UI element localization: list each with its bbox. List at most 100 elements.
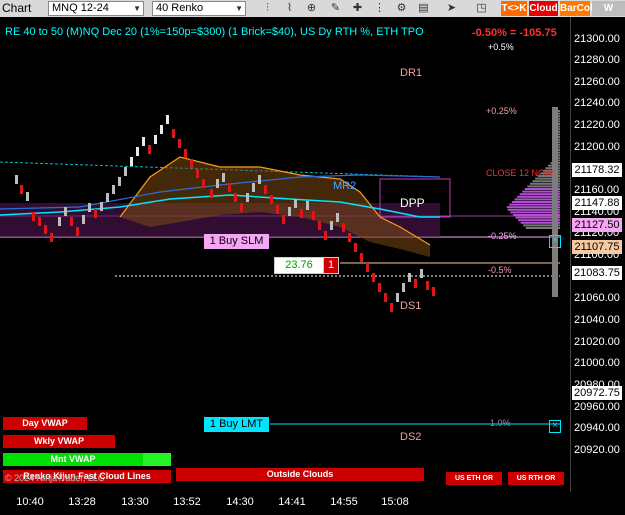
renko-brick	[118, 177, 121, 186]
buy-lmt-order[interactable]: 1 Buy LMT	[204, 417, 269, 432]
pct-plus-025-label: +0.25%	[486, 106, 517, 116]
renko-brick	[166, 115, 169, 124]
crosshair-icon[interactable]: ✚	[350, 1, 365, 16]
renko-brick	[384, 293, 387, 302]
renko-brick	[210, 189, 213, 198]
mnt-vwap-button[interactable]: Mnt VWAP	[3, 453, 143, 466]
renko-brick	[112, 185, 115, 194]
grid-icon[interactable]: ⋮	[372, 1, 387, 16]
zoom-icon[interactable]: ⊕	[304, 1, 319, 16]
renko-brick	[264, 185, 267, 194]
period-selector[interactable]: 40 Renko ▼	[152, 1, 246, 16]
renko-brick	[252, 183, 255, 192]
dr1-label: DR1	[400, 67, 423, 79]
renko-brick	[148, 145, 151, 154]
us-rth-or-button[interactable]: US RTH OR	[508, 472, 564, 485]
drawing-tools-icon[interactable]: ✎	[328, 1, 343, 16]
renko-brick	[50, 233, 53, 242]
strategy-icon[interactable]: ⚙	[394, 1, 409, 16]
pct-1-label: 1.0%	[490, 418, 511, 428]
price-tag: 21127.50	[572, 218, 622, 233]
renko-brick	[390, 303, 393, 312]
ds1-label: DS1	[400, 300, 422, 312]
time-tick-label: 13:28	[68, 496, 96, 508]
chart-toolbar: Chart MNQ 12-24 ▼ 40 Renko ▼ ⫶ ⌇ ⊕ ✎ ✚ ⋮…	[0, 0, 625, 29]
pointer-icon[interactable]: ➤	[444, 1, 459, 16]
price-tick-label: 21200.00	[574, 140, 620, 153]
price-tag: 21178.32	[572, 163, 622, 178]
renko-brick	[426, 281, 429, 290]
tpo-value-area	[552, 107, 558, 297]
copyright-text: © 2024 NinjaTrader, LLC	[5, 473, 105, 483]
price-axis[interactable]: 21300.00 21280.00 21260.00 21240.00 21220.00…	[570, 17, 625, 492]
renko-brick	[154, 135, 157, 144]
renko-brick	[276, 205, 279, 214]
vwap-button[interactable]: W VWA	[592, 1, 625, 29]
renko-brick	[432, 287, 435, 296]
renko-brick	[58, 217, 61, 226]
renko-brick	[160, 125, 163, 134]
pnl-display: 23.76	[274, 257, 324, 274]
renko-brick	[106, 193, 109, 202]
buy-slm-order[interactable]: 1 Buy SLM	[204, 234, 269, 249]
renko-brick	[240, 203, 243, 212]
wkly-vwap-button[interactable]: Wkly VWAP	[3, 435, 115, 448]
renko-brick	[420, 269, 423, 278]
bar-type-icon[interactable]: ⫶	[260, 1, 275, 16]
time-tick-label: 10:40	[16, 496, 44, 508]
period-label: 40 Renko	[156, 2, 204, 14]
renko-brick	[136, 147, 139, 156]
mnt-vwap-extension	[143, 453, 171, 466]
renko-brick	[142, 137, 145, 146]
price-tick-label: 20960.00	[574, 400, 620, 413]
renko-brick	[64, 207, 67, 216]
price-tick-label: 20940.00	[574, 422, 620, 435]
renko-brick	[282, 215, 285, 224]
renko-brick	[88, 203, 91, 212]
renko-brick	[414, 279, 417, 288]
price-tick-label: 21000.00	[574, 357, 620, 370]
cancel-lmt-icon[interactable]: ×	[549, 420, 561, 433]
order-icon[interactable]: ◳	[474, 1, 489, 16]
renko-brick	[82, 215, 85, 224]
price-tick-label: 20920.00	[574, 443, 620, 456]
renko-brick	[228, 183, 231, 192]
renko-brick	[130, 157, 133, 166]
renko-brick	[196, 169, 199, 178]
tk-button[interactable]: T<>K	[501, 1, 527, 16]
cancel-slm-icon[interactable]: ×	[549, 235, 561, 248]
price-tag: 20972.75	[572, 385, 622, 400]
us-eth-or-button[interactable]: US ETH OR	[446, 472, 502, 485]
pct-minus-025-label: -0.25%	[488, 231, 517, 241]
renko-brick	[294, 199, 297, 208]
renko-brick	[378, 283, 381, 292]
chart-plot-area[interactable]: RE 40 to 50 (M)NQ Dec 20 (1%=150p=$300) …	[0, 17, 570, 492]
price-tag: 21147.88	[572, 196, 622, 211]
data-box-icon[interactable]: ▤	[416, 1, 431, 16]
renko-brick	[216, 179, 219, 188]
renko-brick	[300, 209, 303, 218]
cloud-button[interactable]: Cloud	[529, 1, 558, 16]
outside-clouds-button[interactable]: Outside Clouds	[176, 468, 424, 481]
renko-brick	[38, 217, 41, 226]
barcol-button[interactable]: BarCol	[560, 1, 593, 16]
renko-brick	[94, 209, 97, 218]
time-tick-label: 14:30	[226, 496, 254, 508]
instrument-selector[interactable]: MNQ 12-24 ▼	[48, 1, 144, 16]
price-tick-label: 21160.00	[574, 184, 620, 197]
price-tick-label: 21280.00	[574, 54, 620, 67]
indicators-icon[interactable]: ⌇	[282, 1, 297, 16]
ds2-label: DS2	[400, 431, 422, 443]
renko-brick	[20, 185, 23, 194]
price-tick-label: 21040.00	[574, 313, 620, 326]
renko-brick	[190, 159, 193, 168]
renko-brick	[348, 233, 351, 242]
pct-plus-05-label: +0.5%	[488, 42, 514, 52]
position-qty[interactable]: 1	[323, 257, 339, 274]
price-tick-label: 21240.00	[574, 97, 620, 110]
renko-brick	[324, 231, 327, 240]
renko-brick	[172, 129, 175, 138]
time-axis[interactable]: 10:40 13:28 13:30 13:52 14:30 14:41 14:55 15:08	[0, 492, 570, 515]
day-vwap-button[interactable]: Day VWAP	[3, 417, 87, 430]
time-tick-label: 14:41	[278, 496, 306, 508]
